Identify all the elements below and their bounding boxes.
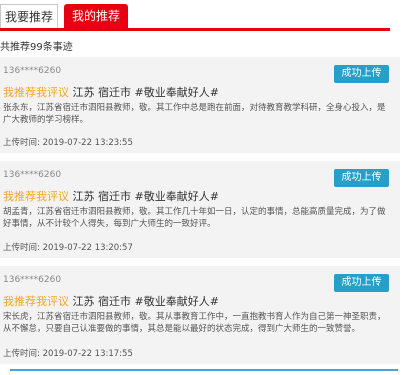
tab-underline xyxy=(0,28,390,31)
phone-number: 136****6260 xyxy=(3,275,62,285)
upload-time-label: 上传时间: xyxy=(3,243,40,253)
upload-time-label: 上传时间: xyxy=(3,349,40,359)
upload-success-button[interactable]: 成功上传 xyxy=(334,65,389,83)
recommendation-count: 共推荐99条事迹 xyxy=(0,42,73,53)
record-description: 宋长虎，江苏省宿迁市泗阳县教师，敬。其从事教育工作中，一直抱教书育人作为自己第一… xyxy=(3,312,386,334)
record-tag[interactable]: 我推荐我评议 xyxy=(3,190,69,203)
record-location-category: 江苏 宿迁市 #敬业奉献好人# xyxy=(72,190,219,203)
phone-number: 136****6260 xyxy=(3,170,62,180)
upload-success-button[interactable]: 成功上传 xyxy=(334,169,389,187)
tab-bar: 我要推荐 我的推荐 xyxy=(0,0,404,32)
phone-number: 136****6260 xyxy=(3,66,62,76)
record-card: 136****6260 成功上传 我推荐我评议 江苏 宿迁市 #敬业奉献好人# … xyxy=(0,57,400,153)
record-tag[interactable]: 我推荐我评议 xyxy=(3,86,69,99)
tab-recommend[interactable]: 我要推荐 xyxy=(0,4,58,28)
upload-time-label: 上传时间: xyxy=(3,138,40,148)
record-tag[interactable]: 我推荐我评议 xyxy=(3,295,69,308)
upload-time: 上传时间: 2019-07-22 13:20:57 xyxy=(3,241,133,253)
record-description: 胡孟青，江苏省宿迁市泗阳县教师，敬。其工作几十年如一日，认定的事情，总能高质量完… xyxy=(3,207,386,229)
upload-time: 上传时间: 2019-07-22 13:23:55 xyxy=(3,136,133,148)
upload-time: 上传时间: 2019-07-22 13:17:55 xyxy=(3,347,133,359)
upload-time-value: 2019-07-22 13:23:55 xyxy=(42,138,133,148)
upload-time-value: 2019-07-22 13:17:55 xyxy=(42,349,133,359)
record-title: 我推荐我评议 江苏 宿迁市 #敬业奉献好人# xyxy=(3,293,219,309)
record-location-category: 江苏 宿迁市 #敬业奉献好人# xyxy=(72,295,219,308)
record-title: 我推荐我评议 江苏 宿迁市 #敬业奉献好人# xyxy=(3,84,219,100)
record-title: 我推荐我评议 江苏 宿迁市 #敬业奉献好人# xyxy=(3,188,219,204)
record-card: 136****6260 成功上传 我推荐我评议 江苏 宿迁市 #敬业奉献好人# … xyxy=(0,266,400,364)
upload-time-value: 2019-07-22 13:20:57 xyxy=(42,243,133,253)
record-description: 张永东，江苏省宿迁市泗阳县教师，敬。其工作中总是跑在前面，对待教育教学科研，全身… xyxy=(3,103,386,125)
record-card: 136****6260 成功上传 我推荐我评议 江苏 宿迁市 #敬业奉献好人# … xyxy=(0,161,400,258)
record-location-category: 江苏 宿迁市 #敬业奉献好人# xyxy=(72,86,219,99)
upload-success-button[interactable]: 成功上传 xyxy=(334,274,389,292)
bottom-divider xyxy=(10,369,398,371)
tab-my-recommendations[interactable]: 我的推荐 xyxy=(64,4,128,28)
